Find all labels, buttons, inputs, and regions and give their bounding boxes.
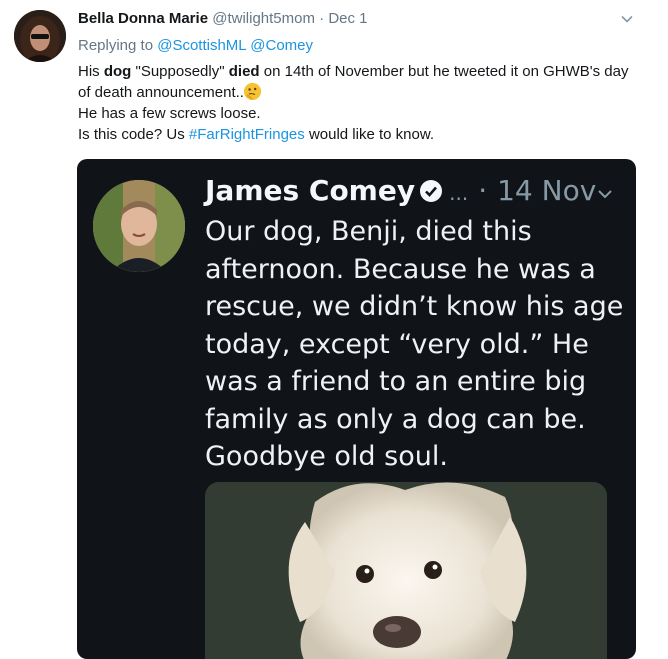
- embedded-avatar: [93, 180, 185, 272]
- chevron-down-icon[interactable]: [620, 12, 634, 26]
- embedded-separator: ·: [478, 174, 488, 207]
- text-span: His: [78, 63, 104, 80]
- tweet-header: Bella Donna Marie @twilight5mom · Dec 1: [78, 9, 648, 29]
- tweet-text-line: His dog "Supposedly" died on 14th of Nov…: [78, 61, 638, 103]
- verified-badge-icon: [419, 174, 443, 202]
- avatar[interactable]: [14, 10, 66, 62]
- dog-photo: [205, 482, 607, 659]
- hashtag-link[interactable]: #FarRightFringes: [189, 126, 305, 143]
- separator-dot: ·: [319, 10, 325, 27]
- highlight-dog: dog: [103, 63, 132, 80]
- embedded-screenshot[interactable]: James Comey... · 14 Nov Our dog, Benji, di…: [77, 159, 636, 659]
- replying-to: Replying to @ScottishML @Comey: [78, 36, 313, 56]
- embedded-chevron-down-icon: [598, 190, 612, 199]
- avatar-image: [14, 10, 66, 62]
- tweet-text-line: He has a few screws loose.: [78, 105, 261, 122]
- tweet-date[interactable]: Dec 1: [328, 10, 367, 27]
- text-span: Is this code? Us: [78, 126, 189, 143]
- tweet-text: His dog "Supposedly" died on 14th of Nov…: [78, 61, 638, 145]
- text-span: would like to know.: [304, 126, 435, 143]
- embedded-display-name: James Comey: [205, 174, 416, 207]
- embedded-ellipsis: ...: [449, 181, 469, 205]
- reply-prefix: Replying to: [78, 37, 154, 54]
- display-name[interactable]: Bella Donna Marie: [78, 10, 208, 27]
- white-dog-image: [205, 482, 607, 659]
- highlight-died: died: [228, 63, 260, 80]
- embedded-avatar-image: [93, 180, 185, 272]
- embedded-tweet-text: Our dog, Benji, died this afternoon. Bec…: [205, 216, 624, 472]
- thinking-face-icon: [243, 83, 261, 100]
- embedded-date: 14 Nov: [497, 174, 597, 207]
- user-handle[interactable]: @twilight5mom: [212, 10, 315, 27]
- tweet: Bella Donna Marie @twilight5mom · Dec 1 …: [0, 0, 668, 659]
- reply-mention[interactable]: @ScottishML: [157, 37, 246, 54]
- reply-mention[interactable]: @Comey: [250, 37, 313, 54]
- embedded-header: James Comey... · 14 Nov: [205, 171, 625, 211]
- text-span: "Supposedly": [131, 63, 229, 80]
- tweet-text-line: Is this code? Us #FarRightFringes would …: [78, 124, 638, 145]
